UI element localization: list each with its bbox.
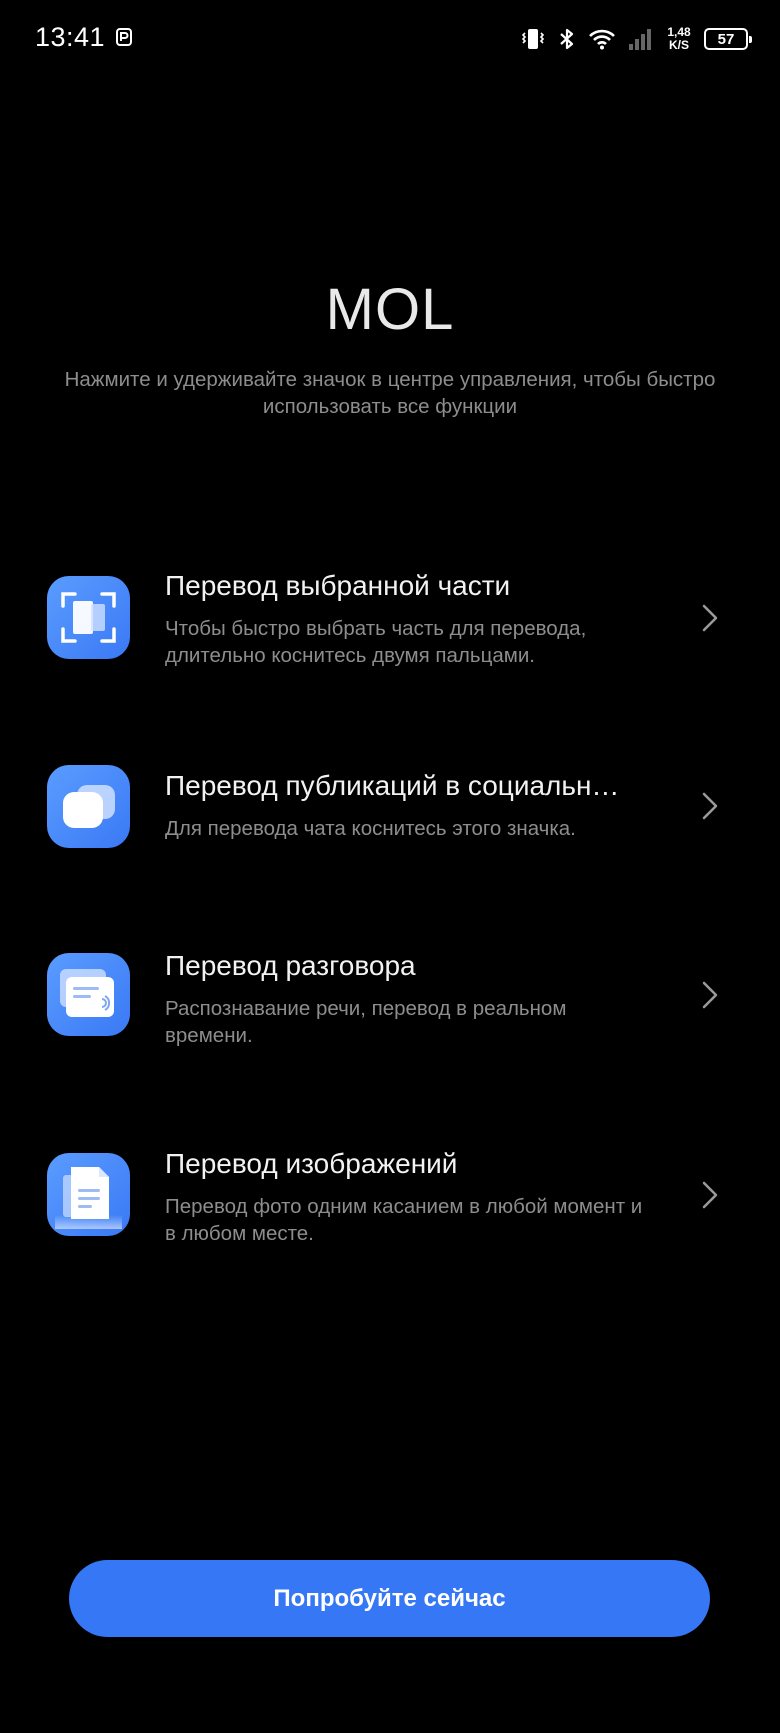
- feature-item-conversation-translate[interactable]: Перевод разговора Распознавание речи, пе…: [0, 940, 780, 1080]
- feature-item-social-translate[interactable]: Перевод публикаций в социальн… Для перев…: [0, 750, 780, 890]
- image-document-icon: [47, 1153, 130, 1236]
- chevron-right-icon: [702, 792, 718, 820]
- try-now-button[interactable]: Попробуйте сейчас: [69, 1560, 710, 1637]
- feature-description: Для перевода чата коснитесь этого значка…: [165, 817, 576, 840]
- conversation-cards-icon: [47, 953, 130, 1036]
- feature-title: Перевод выбранной части: [165, 570, 511, 601]
- feature-item-selection-translate[interactable]: Перевод выбранной части Чтобы быстро выб…: [0, 560, 780, 700]
- wifi-icon: [589, 29, 615, 50]
- bluetooth-icon: [560, 28, 574, 50]
- feature-description: Перевод фото одним касанием в любой моме…: [165, 1195, 643, 1245]
- selection-frame-icon: [47, 576, 130, 659]
- feature-description: Распознавание речи, перевод в реальном в…: [165, 997, 567, 1047]
- vibrate-icon: [521, 29, 545, 49]
- app-subtitle: Нажмите и удерживайте значок в центре уп…: [64, 368, 716, 418]
- feature-title: Перевод разговора: [165, 950, 416, 981]
- app-title: MOL: [325, 277, 455, 342]
- network-speed: 1,48 K/S: [666, 26, 692, 52]
- chevron-right-icon: [702, 604, 718, 632]
- battery-level: 57: [717, 30, 735, 48]
- feature-title: Перевод изображений: [165, 1148, 458, 1179]
- feature-description: Чтобы быстро выбрать часть для перевода,…: [165, 617, 587, 667]
- feature-item-image-translate[interactable]: Перевод изображений Перевод фото одним к…: [0, 1140, 780, 1280]
- signal-icon: [629, 29, 651, 50]
- status-icons: 1,48 K/S 57: [520, 22, 752, 56]
- chat-bubbles-icon: [47, 765, 130, 848]
- chevron-right-icon: [702, 1181, 718, 1209]
- network-speed-unit: K/S: [668, 38, 689, 52]
- chevron-right-icon: [702, 981, 718, 1009]
- notification-p-icon: [116, 28, 132, 46]
- status-bar: 13:41 1,48 K/S 57: [0, 0, 780, 80]
- feature-title: Перевод публикаций в социальн…: [165, 770, 620, 801]
- status-time: 13:41: [35, 22, 106, 52]
- battery-icon: 57: [704, 28, 752, 50]
